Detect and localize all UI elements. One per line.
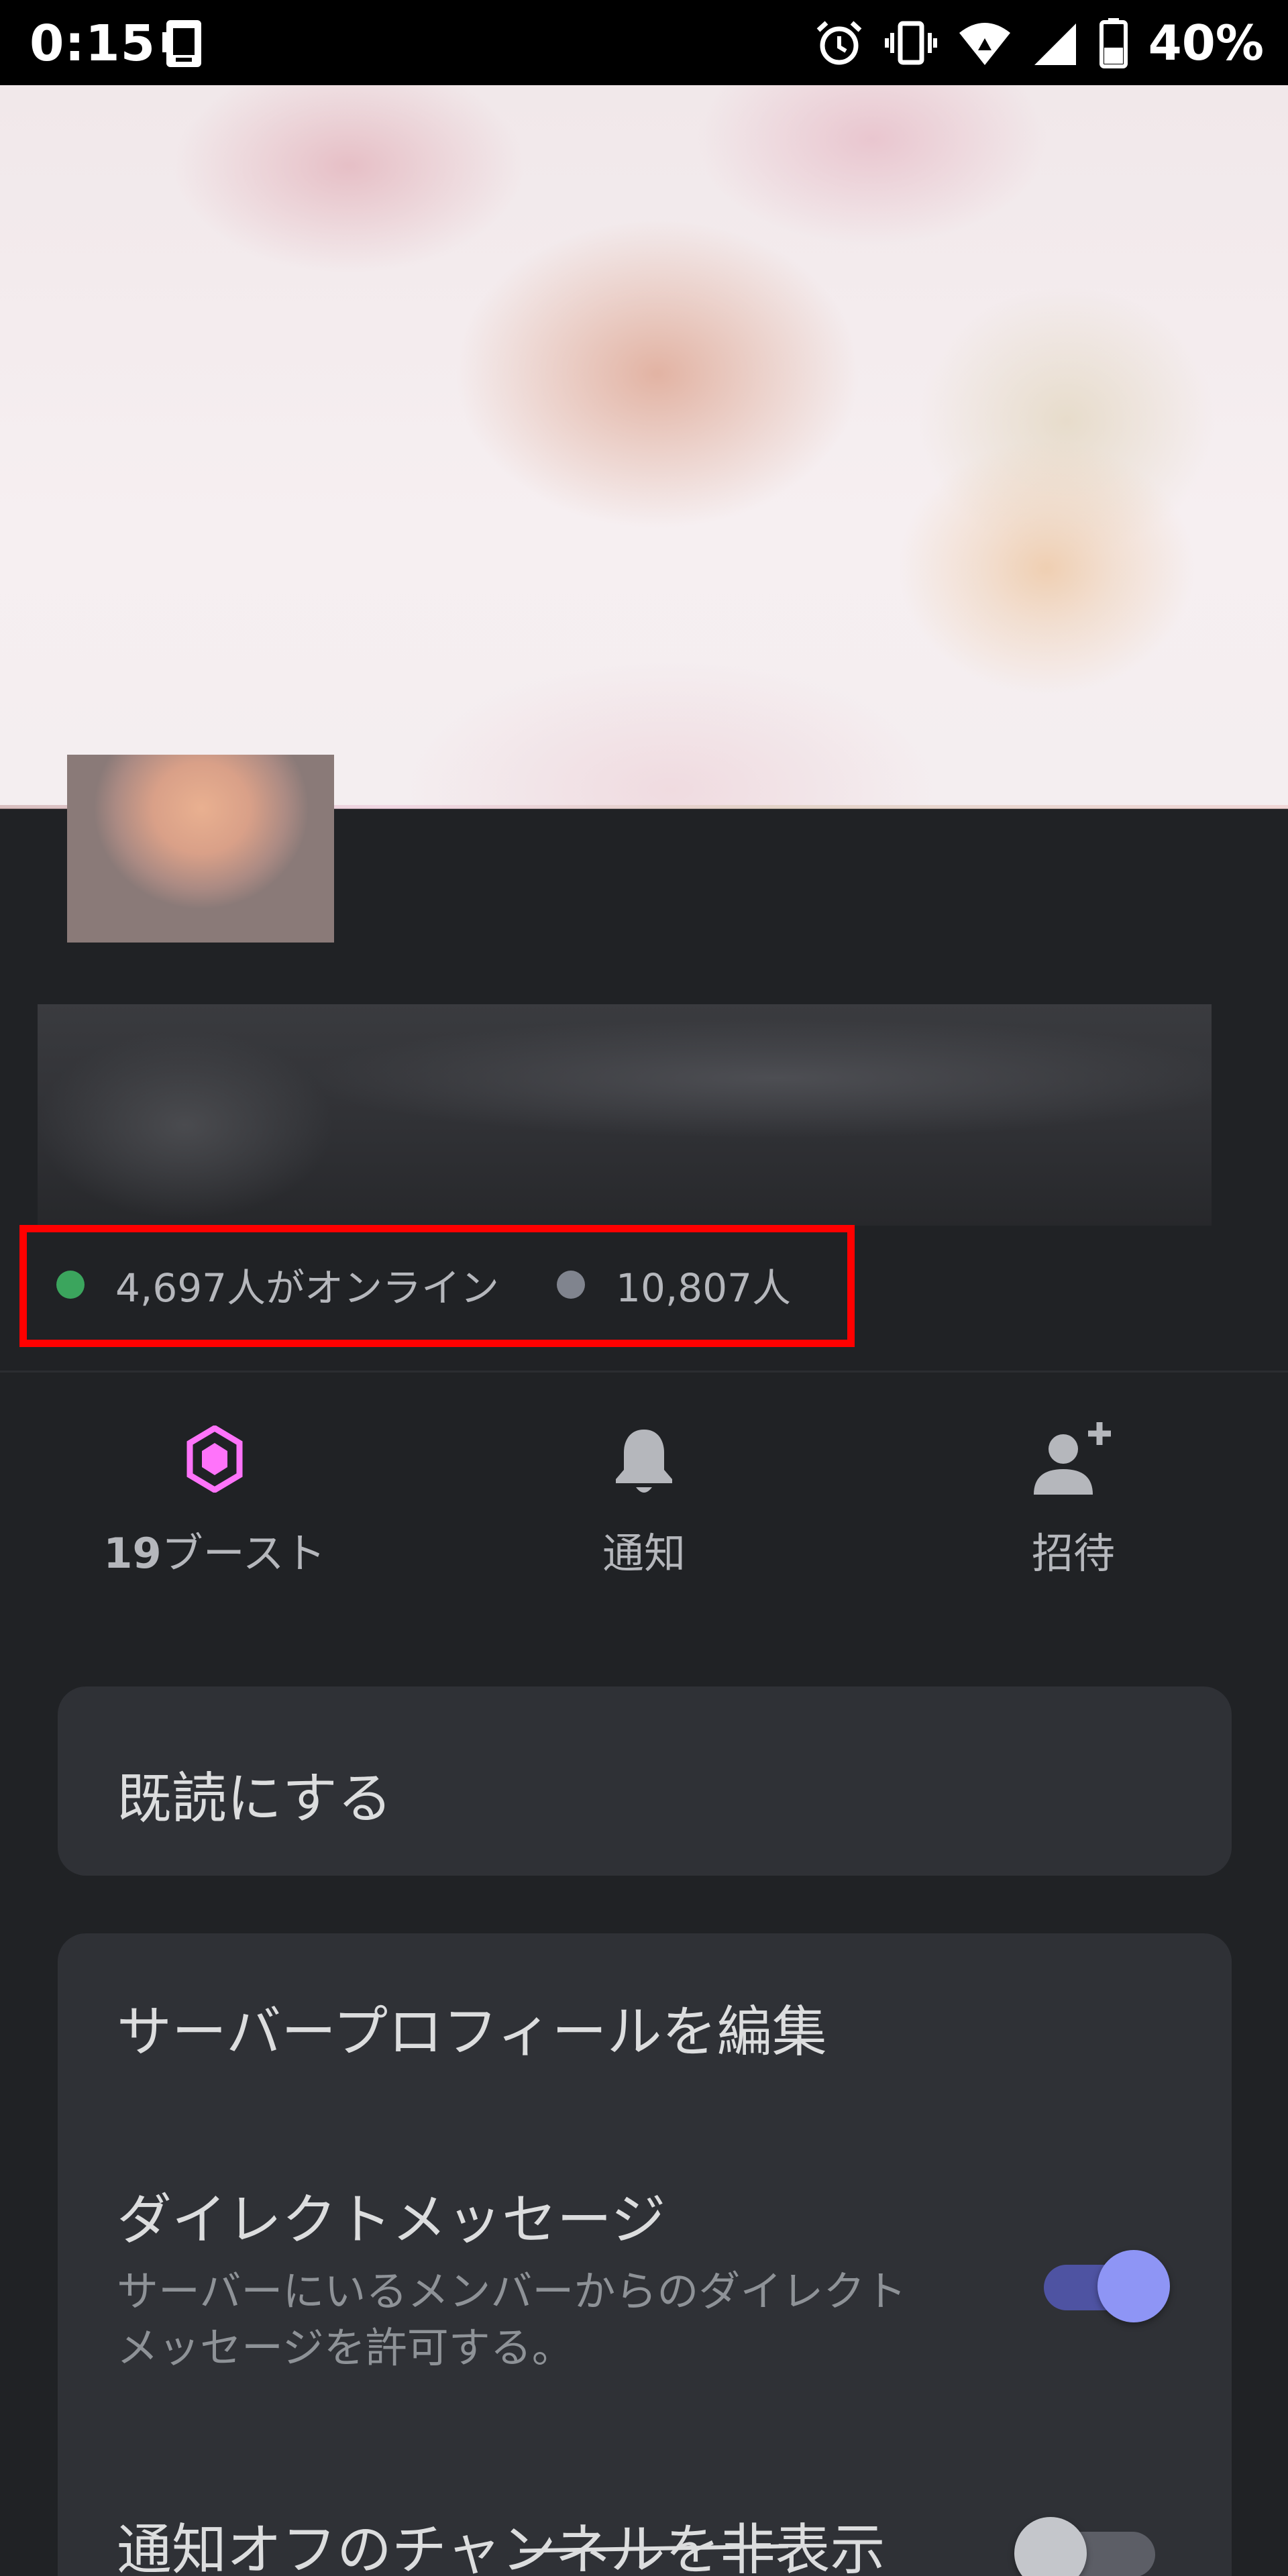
direct-messages-desc-line2: メッセージを許可する。 (117, 2323, 574, 2372)
notifications-label: 通知 (602, 1529, 686, 1578)
settings-card: サーバープロフィールを編集 ダイレクトメッセージ サーバーにいるメンバーからのダ… (58, 1933, 1232, 2576)
vibrate-icon (884, 21, 937, 65)
boost-label: 19ブースト (60, 1519, 369, 1580)
direct-messages-title: ダイレクトメッセージ (117, 2188, 666, 2252)
boost-gem-icon (186, 1426, 243, 1493)
online-status-dot (56, 1271, 85, 1299)
battery-icon (1099, 18, 1128, 68)
edit-profile-item[interactable]: サーバープロフィールを編集 (117, 1987, 827, 2067)
server-icon[interactable] (67, 755, 334, 943)
bell-icon (616, 1430, 672, 1493)
toggle-knob (1014, 2517, 1087, 2576)
add-user-icon (1034, 1422, 1111, 1495)
direct-messages-desc-line1: サーバーにいるメンバーからのダイレクト (117, 2267, 907, 2316)
mark-read-label: 既読にする (117, 1767, 392, 1831)
wifi-icon (959, 23, 1010, 65)
member-count: 10,807人 (616, 1265, 791, 1311)
boost-count: 19 (103, 1529, 162, 1578)
status-icons: 40% (814, 15, 1264, 71)
direct-messages-desc: サーバーにいるメンバーからのダイレクト メッセージを許可する。 (117, 2263, 955, 2376)
notifications-button[interactable]: 通知 (490, 1395, 798, 1597)
member-status-dot (557, 1271, 586, 1299)
battery-percent: 40% (1148, 15, 1264, 71)
server-menu-screen: 0:15 40% 4,697人がオンライン 10,807人 19ブースト 通知 … (0, 0, 1288, 2576)
online-count: 4,697人がオンライン (115, 1265, 500, 1311)
server-name-blurred (38, 1004, 1212, 1226)
status-bar: 0:15 40% (0, 0, 1288, 85)
member-counts: 4,697人がオンライン 10,807人 (56, 1254, 791, 1315)
alarm-icon (816, 21, 862, 65)
app-icon (162, 20, 201, 67)
toggle-knob (1097, 2250, 1170, 2322)
server-banner (0, 85, 1288, 808)
action-row: 19ブースト 通知 招待 (0, 1395, 1288, 1597)
status-time: 0:15 (30, 15, 156, 72)
direct-messages-toggle[interactable] (1044, 2242, 1178, 2329)
boost-text: ブースト (161, 1529, 326, 1578)
signal-icon (1034, 23, 1076, 65)
invite-button[interactable]: 招待 (919, 1395, 1228, 1597)
mark-read-button[interactable]: 既読にする (58, 1686, 1232, 1876)
invite-label: 招待 (1031, 1529, 1115, 1578)
hide-muted-channels-title: 通知オフのチャンネルを非表示 (117, 2518, 885, 2576)
hide-muted-channels-toggle[interactable] (1014, 2509, 1169, 2576)
divider (0, 1371, 1288, 1373)
boost-button[interactable]: 19ブースト (60, 1395, 369, 1597)
